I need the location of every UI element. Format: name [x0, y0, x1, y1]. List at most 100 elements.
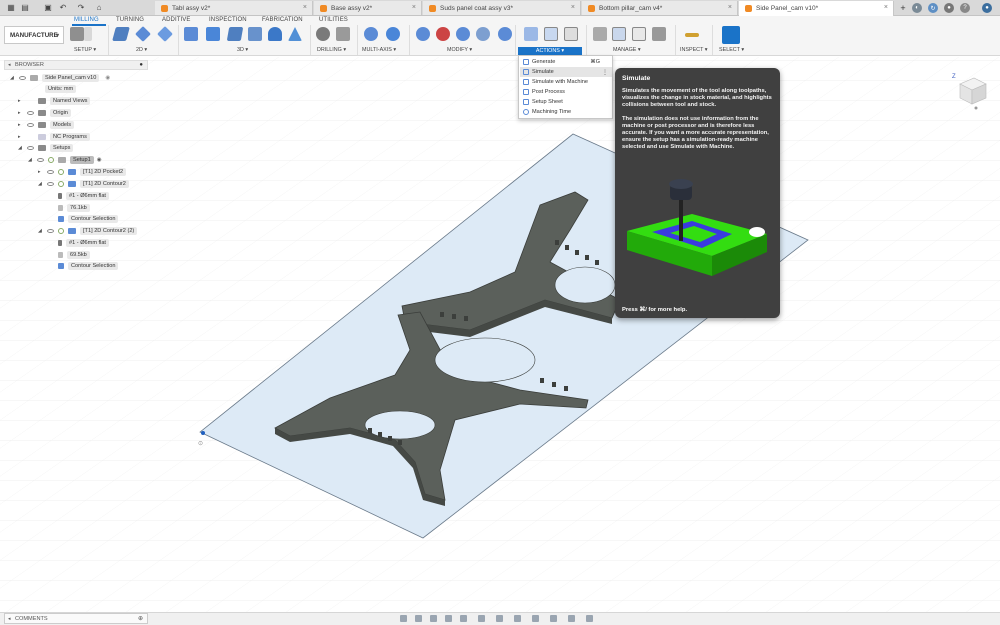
undo-icon[interactable]: ↶ [58, 2, 68, 13]
generate-icon[interactable] [524, 27, 538, 41]
pin-icon[interactable]: ● [139, 62, 143, 68]
browser-root[interactable]: ◢ Side Panel_cam v10 ◉ [10, 73, 110, 83]
doc-tab-active[interactable]: Side Panel_cam v10* × [739, 1, 894, 16]
menu-item-simulate-machine[interactable]: Simulate with Machine [520, 77, 612, 87]
3d-group-label[interactable]: 3D ▾ [237, 47, 248, 53]
browser-contour-selection-2[interactable]: Contour Selection [58, 261, 119, 271]
job-status-icon[interactable]: ↻ [928, 3, 938, 13]
doc-tab-1[interactable]: Tabl assy v2* × [155, 1, 313, 15]
browser-nc-programs[interactable]: ▸ NC Programs [18, 132, 90, 142]
measure-icon[interactable] [685, 33, 699, 37]
browser-header[interactable]: ◂ BROWSER ● [4, 60, 148, 70]
viewports-icon[interactable] [514, 615, 521, 622]
menu-item-machining-time[interactable]: Machining Time [520, 107, 612, 117]
tool-library-icon[interactable] [593, 27, 607, 41]
pan-icon[interactable] [430, 615, 437, 622]
browser-op-contour-2[interactable]: ◢ [T1] 2D Contour2 (2) [38, 226, 138, 236]
2d-group-label[interactable]: 2D ▾ [136, 47, 147, 53]
setup-sheet-icon[interactable] [564, 27, 578, 41]
browser-named-views[interactable]: ▸ Named Views [18, 96, 91, 106]
file-icon[interactable]: ▤ [20, 2, 30, 13]
workspace-switcher[interactable]: MANUFACTURE ▾ [4, 26, 64, 44]
machine-library-icon[interactable] [652, 27, 666, 41]
tab-utilities[interactable]: UTILITIES [319, 17, 348, 23]
close-icon[interactable]: × [728, 4, 732, 11]
close-icon[interactable]: × [412, 4, 416, 11]
display-settings-icon[interactable] [478, 615, 485, 622]
orbit-icon[interactable] [400, 615, 407, 622]
bore-icon[interactable] [336, 27, 350, 41]
home-icon[interactable]: ⌂ [94, 2, 104, 13]
look-at-icon[interactable] [415, 615, 422, 622]
scallop-icon[interactable] [268, 27, 282, 41]
tab-turning[interactable]: TURNING [116, 17, 144, 23]
nc-program-icon[interactable] [632, 27, 646, 41]
browser-tool-1[interactable]: #1 - Ø6mm flat [58, 191, 109, 201]
duplicate-icon[interactable] [456, 27, 470, 41]
multi-axis-group-label[interactable]: MULTI-AXIS ▾ [362, 47, 396, 53]
grid-menu-icon[interactable]: ▦ [6, 2, 16, 13]
menu-item-post-process[interactable]: Post Process [520, 87, 612, 97]
tab-additive[interactable]: ADDITIVE [162, 17, 190, 23]
post-process-icon[interactable] [544, 27, 558, 41]
view-cube[interactable]: Z [952, 72, 988, 110]
setup-folder-icon[interactable] [70, 27, 84, 41]
origin-point[interactable] [201, 431, 205, 435]
notifications-icon[interactable]: ● [944, 3, 954, 13]
new-tab-icon[interactable]: + [898, 3, 908, 13]
environment-icon[interactable] [568, 615, 575, 622]
edit-icon[interactable] [416, 27, 430, 41]
setup-extra-icon[interactable] [84, 27, 92, 41]
camera-icon[interactable] [550, 615, 557, 622]
3d-pocket-icon[interactable] [206, 27, 220, 41]
pattern-icon[interactable] [476, 27, 490, 41]
drill-icon[interactable] [316, 27, 330, 41]
browser-contour-selection-1[interactable]: Contour Selection [58, 214, 119, 224]
select-group-label[interactable]: SELECT ▾ [719, 47, 744, 53]
select-icon[interactable] [722, 26, 740, 44]
redo-icon[interactable]: ↷ [76, 2, 86, 13]
delete-icon[interactable] [436, 27, 450, 41]
close-icon[interactable]: × [884, 4, 888, 11]
steep-shallow-icon[interactable] [226, 27, 244, 41]
doc-tab-3[interactable]: Suds panel coat assy v3* × [423, 1, 581, 15]
browser-setup1[interactable]: ◢ Setup1 ◉ [28, 155, 102, 165]
browser-origin[interactable]: ▸ Origin [18, 108, 71, 118]
doc-tab-4[interactable]: Bottom pillar_cam v4* × [582, 1, 738, 15]
data-panel-icon[interactable]: ◐ [912, 3, 922, 13]
browser-op-pocket[interactable]: ▸ [T1] 2D Pocket2 [38, 167, 127, 177]
swarf-icon[interactable] [364, 27, 378, 41]
collapse-icon[interactable]: ◂ [8, 62, 11, 68]
menu-item-simulate[interactable]: Simulate ⋮ [520, 67, 612, 77]
menu-item-setup-sheet[interactable]: Setup Sheet [520, 97, 612, 107]
browser-op-contour[interactable]: ◢ [T1] 2D Contour2 [38, 179, 129, 189]
parallel-icon[interactable] [248, 27, 262, 41]
zoom-icon[interactable] [445, 615, 452, 622]
add-comment-icon[interactable]: ⊕ [138, 615, 143, 622]
manage-group-label[interactable]: MANAGE ▾ [613, 47, 641, 53]
browser-tool-2[interactable]: #1 - Ø6mm flat [58, 238, 109, 248]
setup-group-label[interactable]: SETUP ▾ [74, 47, 96, 53]
tab-inspection[interactable]: INSPECTION [209, 17, 247, 23]
inspect-group-label[interactable]: INSPECT ▾ [680, 47, 707, 53]
comments-panel[interactable]: ◂ COMMENTS ⊕ [4, 613, 148, 624]
browser-models[interactable]: ▸ Models [18, 120, 75, 130]
close-icon[interactable]: × [303, 4, 307, 11]
help-icon[interactable]: ? [960, 3, 970, 13]
tab-milling[interactable]: MILLING [74, 17, 99, 23]
grid-settings-icon[interactable] [496, 615, 503, 622]
3d-viewport[interactable]: ⊙ [0, 57, 1000, 612]
transform-icon[interactable] [498, 27, 512, 41]
modify-group-label[interactable]: MODIFY ▾ [447, 47, 472, 53]
collapse-icon[interactable]: ◂ [8, 616, 11, 622]
template-library-icon[interactable] [612, 27, 626, 41]
menu-item-generate[interactable]: Generate ⌘G [520, 57, 612, 67]
multi-axis-contour-icon[interactable] [386, 27, 400, 41]
doc-tab-2[interactable]: Base assy v2* × [314, 1, 422, 15]
browser-setups[interactable]: ◢ Setups [18, 143, 74, 153]
drilling-group-label[interactable]: DRILLING ▾ [317, 47, 346, 53]
fit-icon[interactable] [460, 615, 467, 622]
close-icon[interactable]: × [571, 4, 575, 11]
effects-icon[interactable] [586, 615, 593, 622]
section-analysis-icon[interactable] [532, 615, 539, 622]
